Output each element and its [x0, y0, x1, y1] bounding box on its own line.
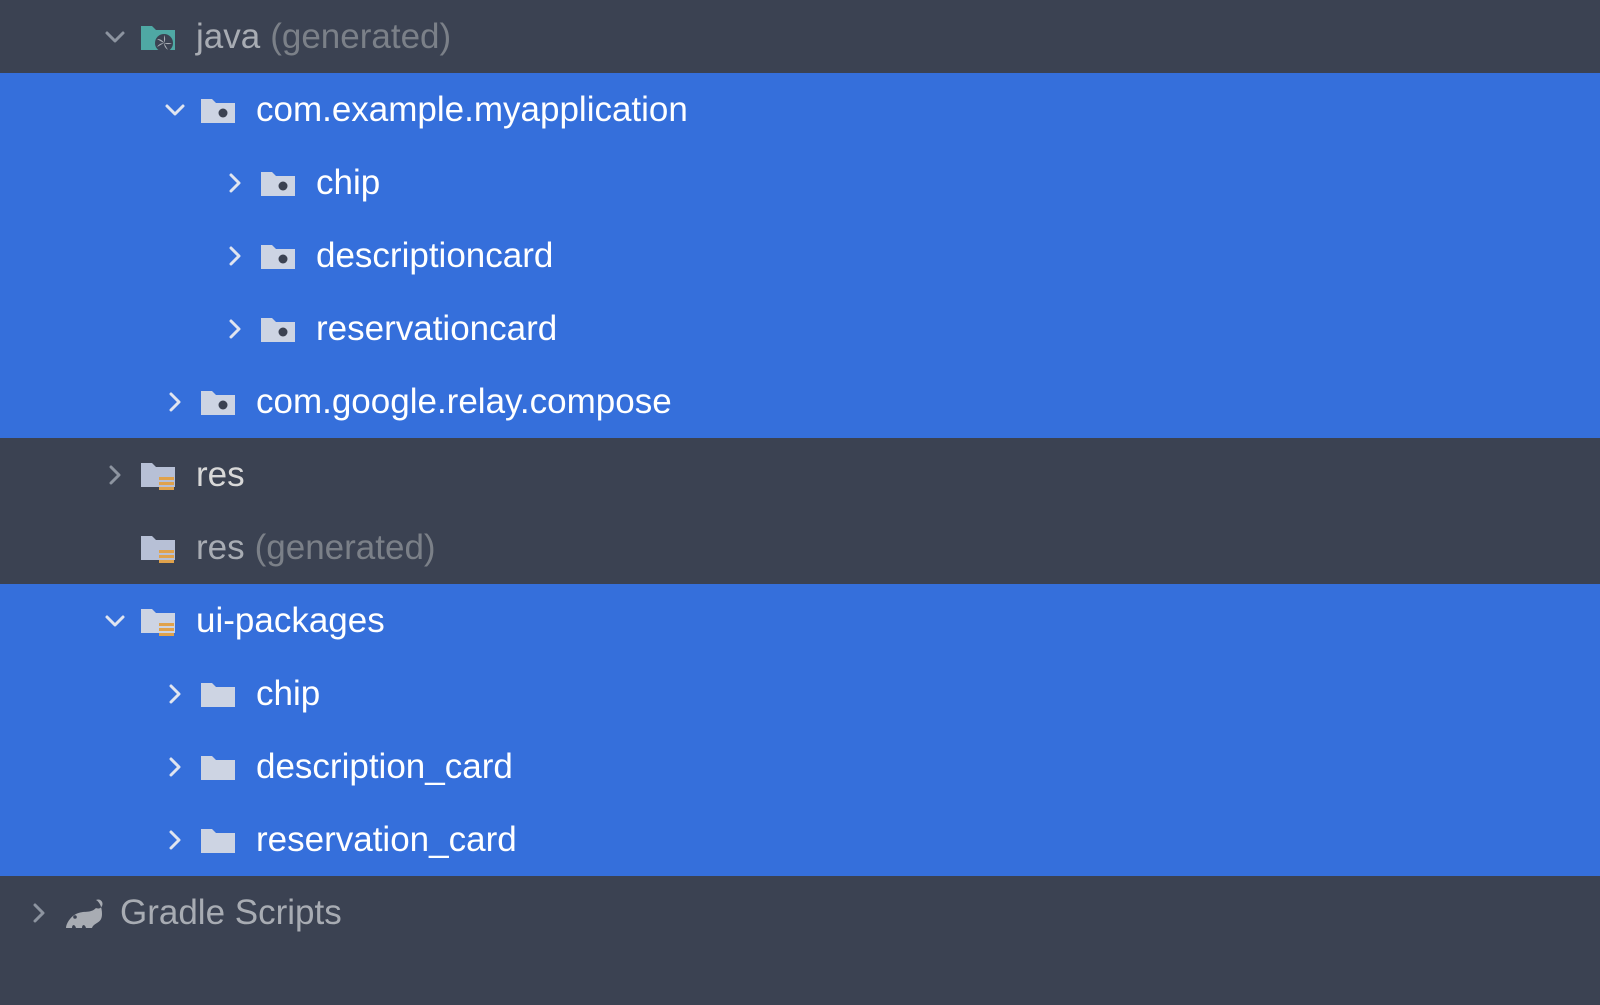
tree-item-label: chip: [316, 163, 380, 203]
chevron-down-icon[interactable]: [94, 611, 136, 631]
tree-item-label: reservationcard: [316, 309, 557, 349]
chevron-right-icon[interactable]: [214, 319, 256, 339]
tree-item-label: chip: [256, 674, 320, 714]
tree-item-label: res: [196, 528, 245, 568]
chevron-right-icon[interactable]: [154, 830, 196, 850]
resource-folder-icon: [136, 530, 182, 566]
resource-folder-icon: [136, 603, 182, 639]
tree-item-java-generated[interactable]: java (generated): [0, 0, 1600, 73]
tree-item-label: ui-packages: [196, 601, 385, 641]
chevron-right-icon[interactable]: [154, 757, 196, 777]
package-folder-icon: [196, 93, 242, 127]
tree-item-ui-packages[interactable]: ui-packages: [0, 584, 1600, 657]
chevron-right-icon[interactable]: [214, 173, 256, 193]
tree-item-ui-description-card[interactable]: description_card: [0, 730, 1600, 803]
tree-item-label: java: [196, 17, 260, 57]
chevron-right-icon[interactable]: [154, 392, 196, 412]
folder-icon: [196, 677, 242, 711]
package-folder-icon: [256, 239, 302, 273]
tree-item-label: reservation_card: [256, 820, 517, 860]
tree-item-label: Gradle Scripts: [120, 893, 342, 933]
tree-item-package-descriptioncard[interactable]: descriptioncard: [0, 219, 1600, 292]
folder-icon: [196, 750, 242, 784]
resource-folder-icon: [136, 457, 182, 493]
tree-item-annotation: (generated): [255, 528, 436, 568]
chevron-right-icon[interactable]: [18, 903, 60, 923]
folder-generated-icon: [136, 20, 182, 54]
tree-item-gradle-scripts[interactable]: Gradle Scripts: [0, 876, 1600, 949]
tree-item-package-reservationcard[interactable]: reservationcard: [0, 292, 1600, 365]
tree-item-ui-chip[interactable]: chip: [0, 657, 1600, 730]
package-folder-icon: [256, 312, 302, 346]
chevron-down-icon[interactable]: [94, 27, 136, 47]
tree-item-package-relay[interactable]: com.google.relay.compose: [0, 365, 1600, 438]
package-folder-icon: [196, 385, 242, 419]
chevron-right-icon[interactable]: [214, 246, 256, 266]
tree-item-package-app[interactable]: com.example.myapplication: [0, 73, 1600, 146]
tree-item-label: description_card: [256, 747, 513, 787]
package-folder-icon: [256, 166, 302, 200]
folder-icon: [196, 823, 242, 857]
tree-item-label: com.example.myapplication: [256, 90, 688, 130]
tree-item-annotation: (generated): [270, 17, 451, 57]
tree-item-label: com.google.relay.compose: [256, 382, 672, 422]
project-tree: java (generated) com.example.myapplicati…: [0, 0, 1600, 949]
tree-item-label: res: [196, 455, 245, 495]
tree-item-label: descriptioncard: [316, 236, 553, 276]
chevron-right-icon[interactable]: [154, 684, 196, 704]
tree-item-package-chip[interactable]: chip: [0, 146, 1600, 219]
chevron-down-icon[interactable]: [154, 100, 196, 120]
tree-item-ui-reservation-card[interactable]: reservation_card: [0, 803, 1600, 876]
tree-item-res[interactable]: res: [0, 438, 1600, 511]
tree-item-res-generated[interactable]: res (generated): [0, 511, 1600, 584]
gradle-icon: [60, 895, 106, 931]
chevron-right-icon[interactable]: [94, 465, 136, 485]
